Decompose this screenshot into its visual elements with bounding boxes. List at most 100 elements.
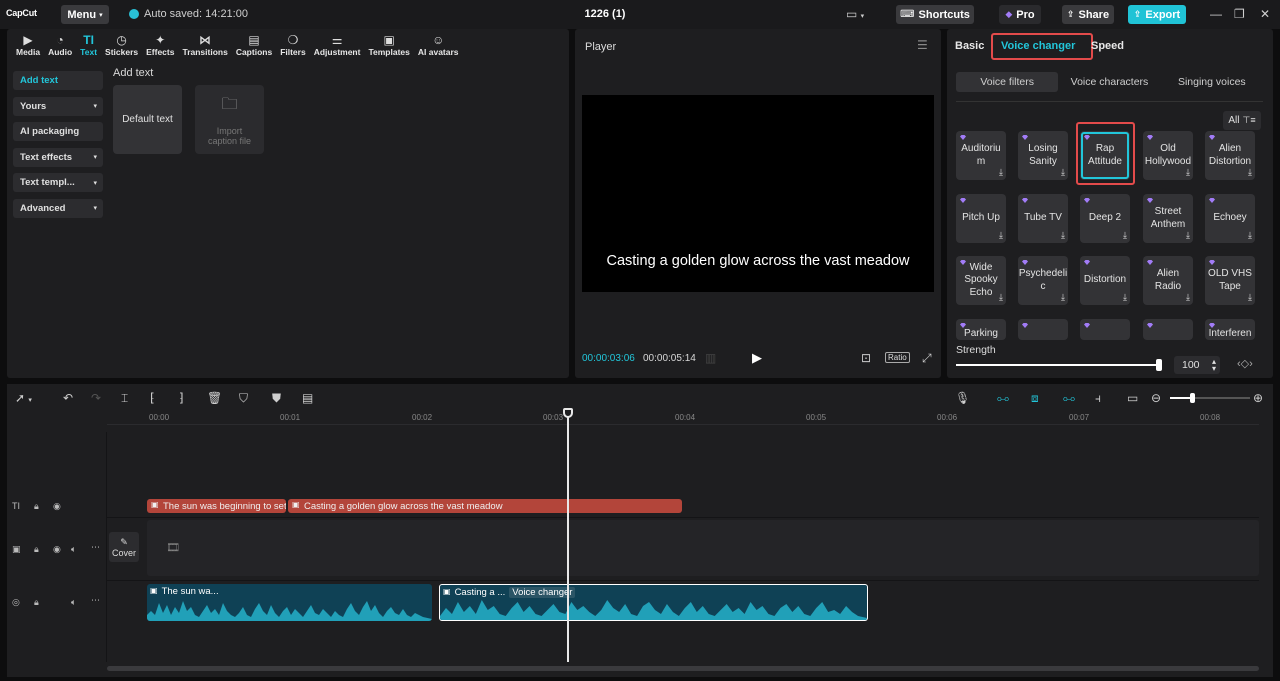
sidenav-text-effects[interactable]: Text effects ▾: [13, 147, 103, 167]
split-icon[interactable]: ⌶: [121, 391, 128, 406]
voice-card[interactable]: Alien Distortion ⤓: [1205, 131, 1255, 180]
speaker-icon[interactable]: 🔈︎: [71, 544, 76, 555]
timeline-scrollbar[interactable]: [107, 666, 1259, 671]
preview-axis-icon[interactable]: ▭: [1127, 391, 1138, 405]
minimize-icon[interactable]: —: [1210, 7, 1222, 21]
tool-audio[interactable]: ◔ Audio: [44, 29, 76, 61]
strength-slider-handle[interactable]: [1156, 359, 1162, 371]
subtab-singing-voices[interactable]: Singing voices: [1161, 72, 1263, 92]
caption-edit-icon[interactable]: ▤: [302, 391, 313, 405]
strength-value-input[interactable]: 100 ▴ ▾: [1174, 356, 1220, 374]
sidenav-yours[interactable]: Yours ▾: [13, 96, 103, 116]
voice-card[interactable]: Distortion ⤓: [1080, 256, 1130, 305]
export-button[interactable]: ⇪ Export: [1128, 5, 1186, 24]
filter-all-button[interactable]: All ⊤≡: [1223, 111, 1261, 130]
close-icon[interactable]: ✕: [1260, 7, 1270, 21]
voice-card[interactable]: Deep 2 ⤓: [1080, 194, 1130, 243]
voice-card[interactable]: Psychedeli c ⤓: [1018, 256, 1068, 305]
mark-icon[interactable]: ⛉: [239, 391, 248, 406]
tool-ai-avatars[interactable]: ☺ AI avatars: [414, 29, 463, 61]
focus-icon[interactable]: ⊡: [861, 351, 871, 365]
voice-card[interactable]: Old Hollywood ⤓: [1143, 131, 1193, 180]
subtab-voice-characters[interactable]: Voice characters: [1058, 72, 1160, 92]
voice-card[interactable]: Street Anthem ⤓: [1143, 194, 1193, 243]
eye-icon[interactable]: ◉: [53, 544, 61, 555]
eye-icon[interactable]: ◉: [53, 501, 61, 512]
tool-effects[interactable]: ✦ Effects: [142, 29, 178, 61]
text-clip[interactable]: ▣ Casting a golden glow across the vast …: [288, 499, 682, 513]
pro-button[interactable]: ◆ Pro: [999, 5, 1041, 24]
zoom-slider-handle[interactable]: [1190, 393, 1195, 403]
redo-icon[interactable]: ↷: [91, 391, 101, 405]
delete-icon[interactable]: 🗑: [207, 391, 222, 405]
lock-icon[interactable]: 🔒︎: [34, 544, 39, 555]
video-preview[interactable]: Casting a golden glow across the vast me…: [582, 95, 934, 292]
sidenav-text-templates[interactable]: Text templ... ▾: [13, 173, 103, 193]
shortcuts-button[interactable]: ⌨ Shortcuts: [896, 5, 974, 24]
shield-icon[interactable]: ⛊: [272, 391, 281, 406]
maximize-icon[interactable]: ❐: [1234, 7, 1245, 21]
hamburger-icon[interactable]: ☰: [917, 38, 928, 52]
tab-basic[interactable]: Basic: [955, 40, 984, 52]
main-track-empty[interactable]: [147, 520, 1259, 576]
voice-card[interactable]: Losing Sanity ⤓: [1018, 131, 1068, 180]
more-icon[interactable]: ⋯: [91, 542, 100, 553]
lock-icon[interactable]: 🔒︎: [34, 597, 39, 608]
select-cursor-icon[interactable]: ➚ ▾: [15, 391, 32, 405]
microphone-icon[interactable]: 🎙: [955, 391, 970, 405]
split-left-icon[interactable]: ⁅: [150, 391, 155, 405]
voice-card[interactable]: Interferen: [1205, 319, 1255, 340]
zoom-out-icon[interactable]: ⊖: [1151, 391, 1161, 405]
import-caption-card[interactable]: 🗀 Import caption file: [195, 85, 264, 154]
speaker-icon[interactable]: 🔈︎: [71, 597, 76, 608]
tool-captions[interactable]: ▤ Captions: [232, 29, 276, 61]
text-clip[interactable]: ▣ The sun was beginning to set: [147, 499, 286, 513]
subtab-voice-filters[interactable]: Voice filters: [956, 72, 1059, 92]
link-icon[interactable]: ⧟: [1063, 391, 1075, 406]
link-main-track-icon[interactable]: ⧟: [997, 391, 1009, 406]
more-icon[interactable]: ⋯: [91, 595, 100, 606]
play-icon[interactable]: ▶: [752, 350, 762, 366]
align-icon[interactable]: ⫞: [1095, 391, 1101, 406]
cover-button[interactable]: ✎ Cover: [109, 532, 139, 562]
voice-card[interactable]: Auditoriu m ⤓: [956, 131, 1006, 180]
ratio-button[interactable]: Ratio: [885, 352, 910, 363]
voice-card[interactable]: OLD VHS Tape ⤓: [1205, 256, 1255, 305]
tool-stickers[interactable]: ◷ Stickers: [101, 29, 142, 61]
layout-icon[interactable]: ▭ ▾: [846, 7, 864, 21]
tool-filters[interactable]: ❍ Filters: [276, 29, 310, 61]
tab-voice-changer[interactable]: Voice changer: [1001, 40, 1075, 52]
lock-icon[interactable]: 🔒︎: [34, 501, 39, 512]
fullscreen-icon[interactable]: ⤢: [922, 351, 932, 366]
keyframe-icon[interactable]: ‹◇›: [1237, 357, 1253, 370]
tool-templates[interactable]: ▣ Templates: [364, 29, 413, 61]
tool-text[interactable]: TI Text: [76, 29, 101, 61]
sidenav-add-text[interactable]: Add text: [13, 71, 103, 90]
voice-card[interactable]: Alien Radio ⤓: [1143, 256, 1193, 305]
voice-card[interactable]: Tube TV ⤓: [1018, 194, 1068, 243]
voice-card[interactable]: Wide Spooky Echo ⤓: [956, 256, 1006, 305]
playhead[interactable]: [567, 414, 569, 662]
voice-card[interactable]: Parking: [956, 319, 1006, 340]
voice-card[interactable]: Pitch Up ⤓: [956, 194, 1006, 243]
voice-card[interactable]: [1018, 319, 1068, 340]
audio-clip-selected[interactable]: ▣ Casting a ... Voice changer: [439, 584, 868, 621]
voice-card[interactable]: Echoey ⤓: [1205, 194, 1255, 243]
stepper-icon[interactable]: ▴ ▾: [1212, 358, 1216, 373]
playhead-handle[interactable]: [563, 408, 573, 418]
audio-clip[interactable]: ▣ The sun wa...: [147, 584, 432, 621]
voice-card[interactable]: [1143, 319, 1193, 340]
split-right-icon[interactable]: ⁆: [179, 391, 184, 405]
zoom-in-icon[interactable]: ⊕: [1253, 391, 1263, 405]
sidenav-ai-packaging[interactable]: AI packaging: [13, 122, 103, 142]
tool-adjustment[interactable]: ⚌ Adjustment: [310, 29, 365, 61]
voice-card[interactable]: [1080, 319, 1130, 340]
undo-icon[interactable]: ↶: [63, 391, 73, 405]
share-button[interactable]: ⇪ Share: [1062, 5, 1114, 24]
magnet-icon[interactable]: ⧈: [1031, 391, 1039, 406]
tool-media[interactable]: ▶ Media: [12, 29, 44, 61]
voice-card-selected[interactable]: Rap Attitude: [1080, 131, 1130, 180]
zoom-slider[interactable]: [1170, 393, 1250, 403]
default-text-card[interactable]: Default text: [113, 85, 182, 154]
tool-transitions[interactable]: ⋈ Transitions: [178, 29, 231, 61]
